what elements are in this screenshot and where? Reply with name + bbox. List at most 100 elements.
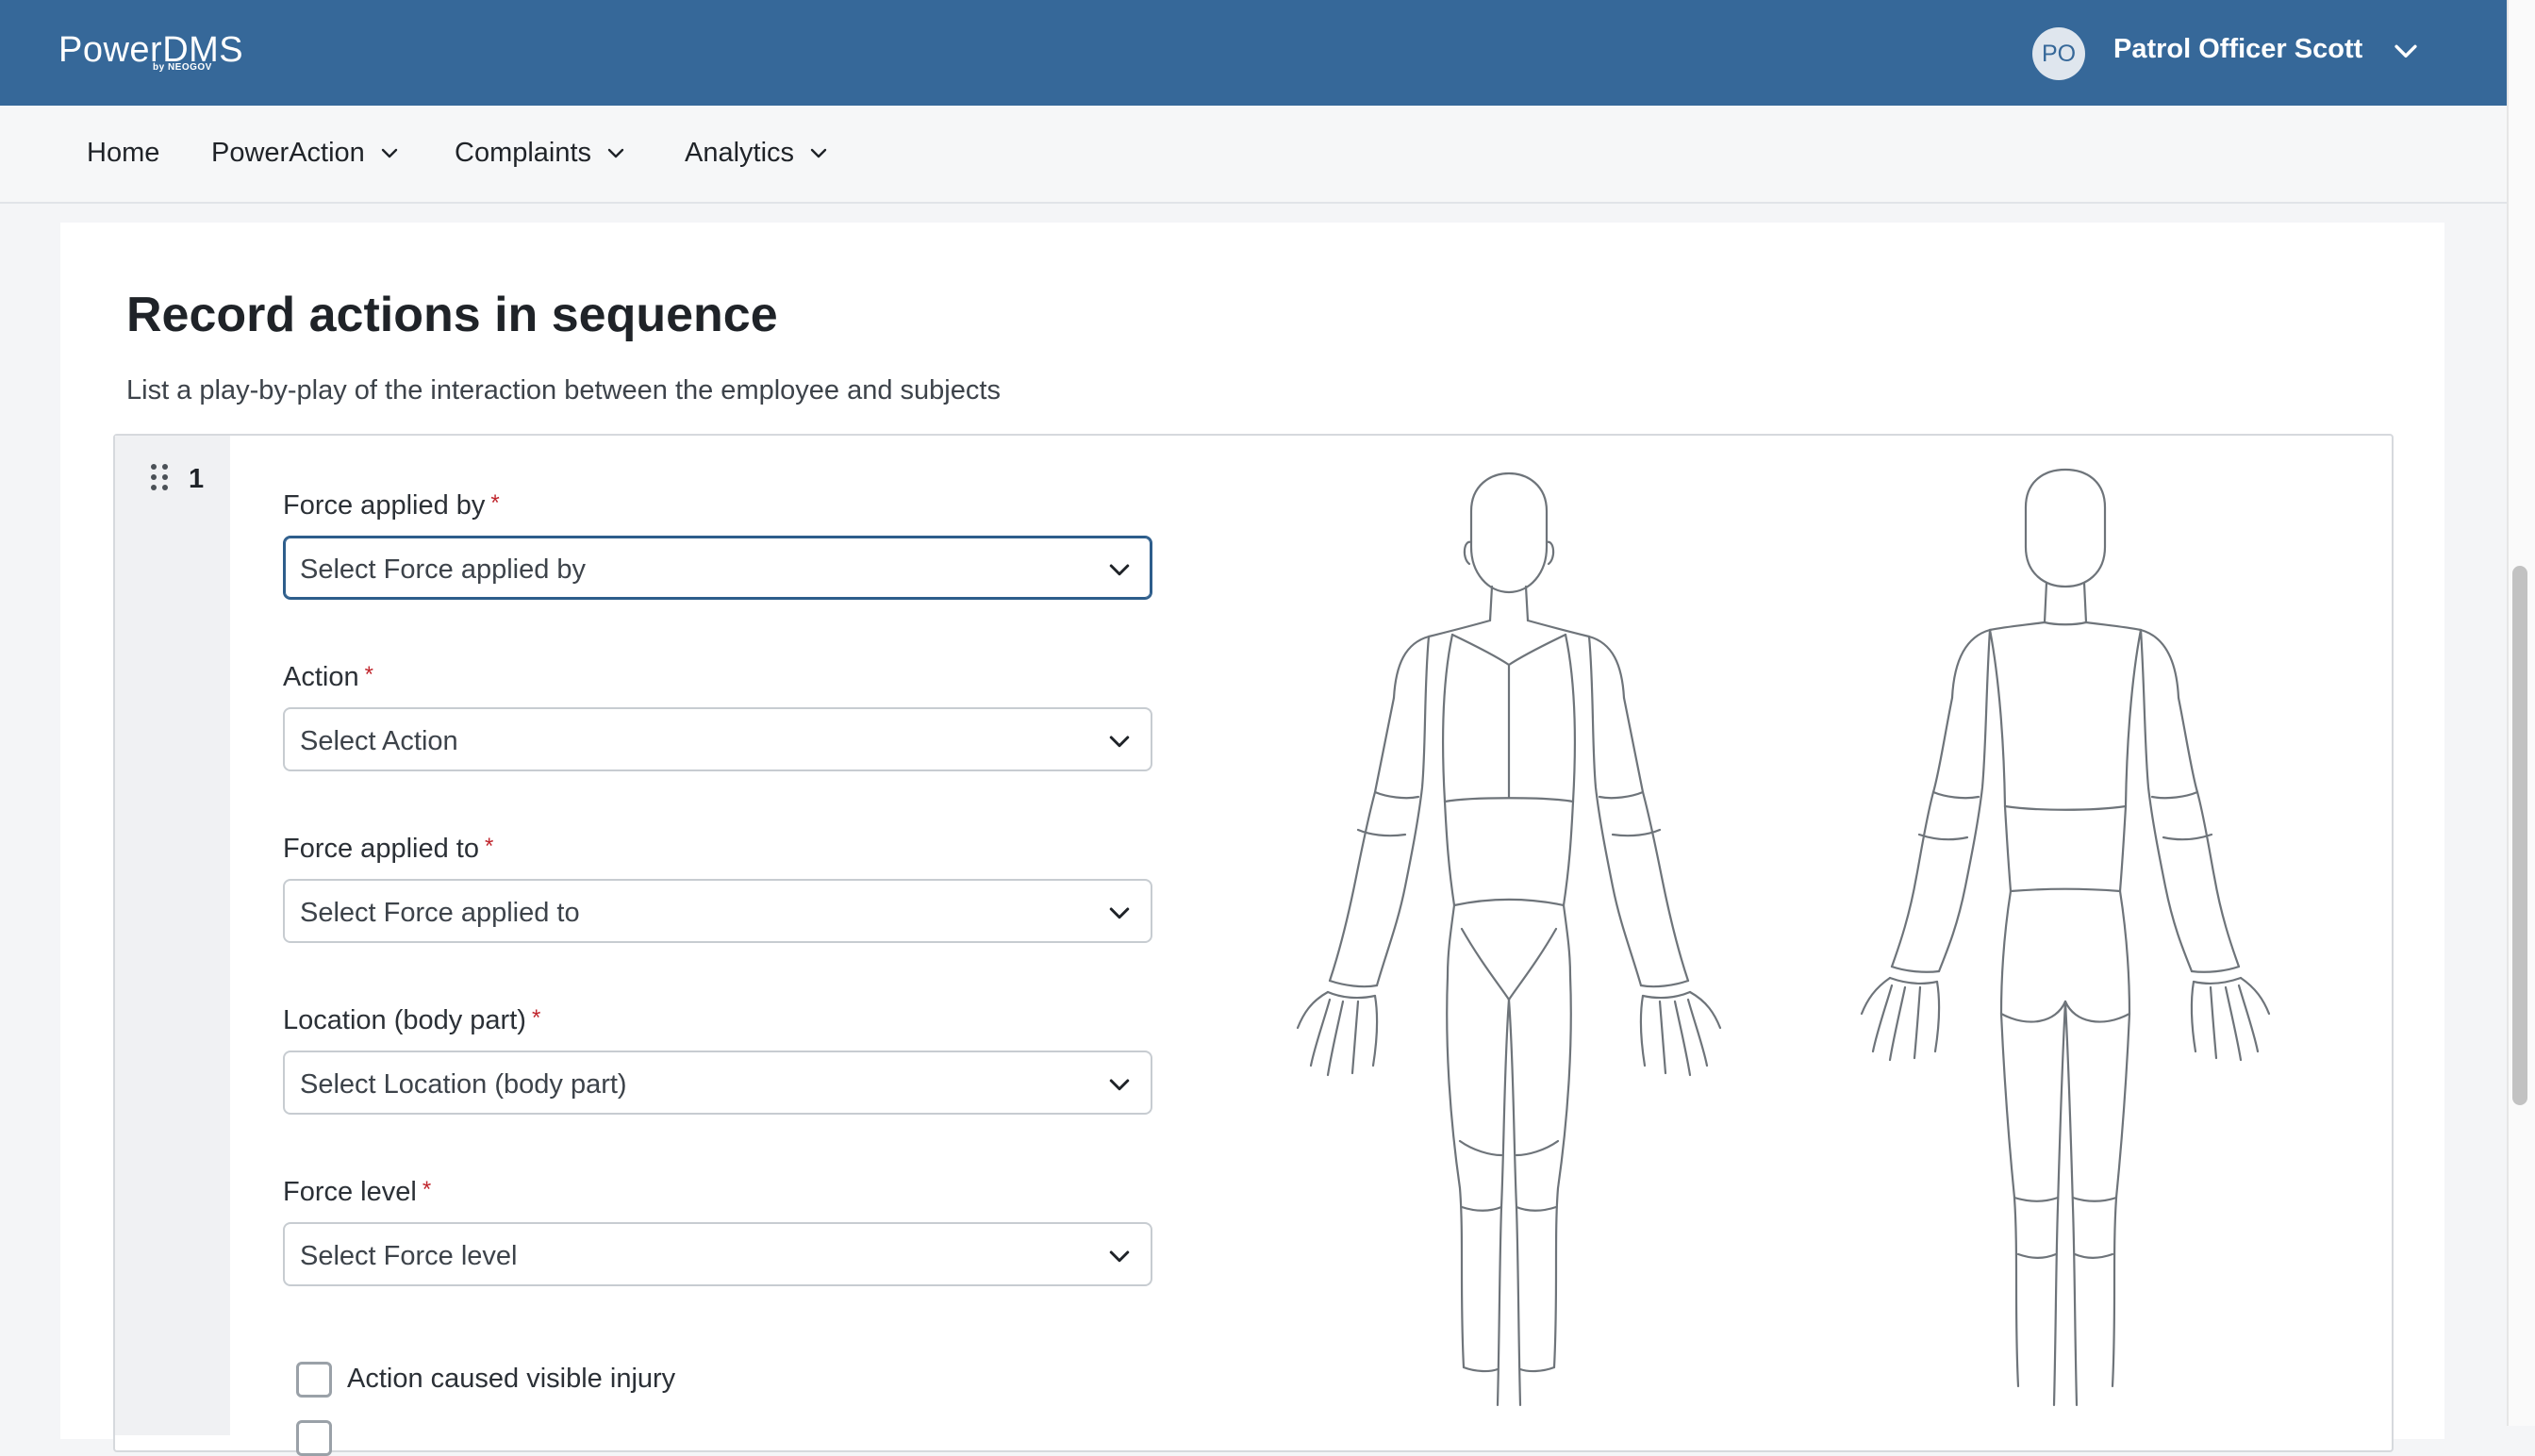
location-label-text: Location (body part) [283,1005,526,1035]
back-wrist-left [1888,965,1941,984]
front-groin [1460,927,1558,1001]
force-applied-to-select[interactable]: Select Force applied to [283,879,1152,943]
front-shin-left [1462,1365,1499,1373]
force-applied-by-label-text: Force applied by [283,490,486,521]
force-applied-to-label-text: Force applied to [283,834,479,864]
back-arm-right [2139,628,2241,973]
action-select[interactable]: Select Action [283,707,1152,771]
front-abdomen [1443,800,1575,907]
front-waist [1452,898,1566,907]
front-hand-left [1296,990,1379,1077]
force-level-label-text: Force level [283,1177,417,1207]
front-arm-left [1328,635,1431,987]
back-neck [2043,581,2088,624]
chevron-down-icon [810,148,827,157]
back-hand-right [2190,976,2271,1062]
logo-text: PowerDMS [58,30,244,70]
force-applied-by-label: Force applied by * [283,490,500,521]
front-wrist-right [1639,979,1692,1000]
user-menu-chevron-down-icon[interactable] [2390,36,2422,68]
visible-injury-label[interactable]: Action caused visible injury [347,1364,675,1395]
page-title: Record actions in sequence [126,288,778,342]
back-leg-left [1999,1000,2067,1407]
force-applied-to-placeholder: Select Force applied to [300,898,580,928]
front-collar [1450,633,1567,667]
powerdms-logo[interactable]: PowerDMS by NEOGOV [58,30,243,75]
step-number: 1 [189,464,205,494]
back-hand-left [1860,976,1941,1062]
top-header: PowerDMS by NEOGOV PO Patrol Officer Sco… [0,0,2507,106]
action-label-text: Action [283,662,359,692]
back-leg-right [2063,1000,2131,1407]
force-applied-by-placeholder: Select Force applied by [300,554,587,585]
chevron-down-icon [1109,1250,1130,1263]
front-hand-right [1639,990,1722,1077]
front-leg-left [1446,974,1511,1407]
required-marker: * [422,1177,432,1202]
back-wrist-right [2190,965,2243,984]
drag-handle-icon[interactable] [149,462,170,492]
back-knee-right [2071,1196,2118,1259]
chevron-down-icon [1109,564,1130,576]
nav-home-label: Home [87,138,160,168]
nav-poweraction[interactable]: PowerAction [211,138,401,169]
user-avatar[interactable]: PO [2032,27,2085,80]
front-knee-right [1515,1139,1560,1212]
back-head [2024,468,2107,588]
location-label: Location (body part) * [283,1005,540,1036]
back-waist [2009,887,2122,893]
front-leg-right [1507,974,1572,1407]
front-head [1469,472,1549,594]
logo-subtext: by NEOGOV [153,62,212,73]
required-marker: * [531,1005,541,1031]
force-level-placeholder: Select Force level [300,1241,518,1271]
sequence-rail [115,436,230,1435]
back-lower-back [2003,804,2128,893]
back-arm-left [1890,628,1992,973]
location-select[interactable]: Select Location (body part) [283,1051,1152,1115]
front-chest-bottom [1443,797,1575,803]
back-figure[interactable] [1860,468,2271,1407]
chevron-down-icon [1109,1079,1130,1091]
action-label: Action * [283,662,373,693]
force-level-select[interactable]: Select Force level [283,1222,1152,1286]
visible-injury-checkbox[interactable] [296,1362,332,1398]
back-upper-back-bottom [2003,804,2128,811]
chevron-down-icon [607,148,624,157]
nav-analytics-label: Analytics [685,138,795,168]
back-scapula-right [2124,628,2143,808]
front-chest-side-left [1441,633,1454,803]
nav-complaints-label: Complaints [455,138,592,168]
page-subtitle: List a play-by-play of the interaction b… [126,375,1001,405]
front-knee-left [1458,1139,1503,1212]
nav-analytics[interactable]: Analytics [685,138,830,169]
required-marker: * [490,490,500,516]
required-marker: * [364,662,373,687]
chevron-down-icon [1109,736,1130,748]
user-name[interactable]: Patrol Officer Scott [2113,34,2362,65]
page-scrollbar-thumb[interactable] [2512,566,2527,1105]
required-marker: * [484,834,494,859]
front-chest-side-right [1564,633,1577,803]
chevron-down-icon [1109,907,1130,919]
front-figure[interactable] [1296,472,1722,1407]
back-neck-base [2043,620,2088,626]
chevron-down-icon [381,148,398,157]
nav-home[interactable]: Home [87,138,159,169]
action-placeholder: Select Action [300,726,458,756]
front-shin-right [1518,1365,1556,1373]
back-scapula-left [1988,628,2007,808]
nav-poweraction-label: PowerAction [211,138,365,168]
nav-complaints[interactable]: Complaints [455,138,627,169]
front-arm-right [1587,635,1690,987]
front-pelvis [1446,903,1572,978]
main-nav: Home PowerAction Complaints Analytics [0,106,2507,204]
body-diagram-svg [1296,468,2271,1407]
back-knee-left [2013,1196,2060,1259]
force-level-label: Force level * [283,1177,431,1208]
body-part-diagram[interactable] [1217,462,2292,1426]
force-applied-to-label: Force applied to * [283,834,493,865]
force-applied-by-select[interactable]: Select Force applied by [283,536,1152,600]
location-placeholder: Select Location (body part) [300,1069,627,1100]
front-wrist-left [1326,979,1379,1000]
